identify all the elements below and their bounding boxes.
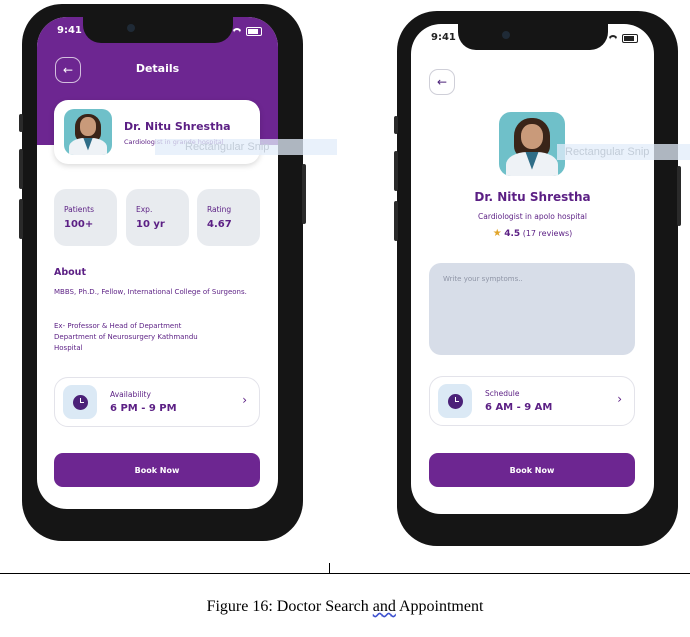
about-text: Ex- Professor & Head of Department Depar…: [54, 322, 198, 352]
stat-label: Patients: [64, 205, 95, 214]
clock-icon: [72, 394, 88, 410]
status-time: 9:41: [431, 32, 456, 43]
wifi-icon: [608, 35, 618, 43]
clock-icon-box: [63, 385, 97, 419]
schedule-label: Schedule: [485, 389, 520, 398]
caption-suffix: Appointment: [395, 598, 484, 615]
chevron-right-icon: ›: [242, 393, 247, 407]
back-button[interactable]: ←: [429, 69, 455, 95]
availability-label: Availability: [110, 390, 151, 399]
doctor-name: Dr. Nitu Shrestha: [474, 190, 591, 204]
appointment-screen: 9:41 ← Dr. Nitu Shrestha Cardiologist in…: [411, 24, 654, 514]
snip-label: Rectangular Snip: [185, 141, 270, 153]
side-button: [394, 116, 398, 134]
rating-row: ★ 4.5 (17 reviews): [411, 228, 654, 239]
schedule-card[interactable]: Schedule 6 AM - 9 AM ›: [429, 376, 635, 426]
clock-icon: [447, 393, 463, 409]
appointment-phone-frame: 9:41 ← Dr. Nitu Shrestha Cardiologist in…: [394, 11, 681, 546]
stat-label: Exp.: [136, 205, 153, 214]
clock-icon-box: [438, 384, 472, 418]
divider-tick: [329, 563, 330, 573]
side-button: [302, 164, 306, 224]
doctor-specialty: Cardiologist in apolo hospital: [478, 212, 587, 221]
symptoms-input[interactable]: [429, 263, 635, 355]
side-button: [677, 166, 681, 226]
notch: [457, 24, 608, 50]
caption-prefix: Figure 16: Doctor Search: [206, 598, 373, 615]
stat-card-rating: Rating 4.67: [197, 189, 260, 246]
doctor-name: Dr. Nitu Shrestha: [124, 120, 231, 133]
notch: [82, 17, 233, 43]
side-button: [394, 201, 398, 241]
doctor-avatar: [64, 109, 112, 155]
stat-card-patients: Patients 100+: [54, 189, 117, 246]
book-now-button[interactable]: Book Now: [429, 453, 635, 487]
wifi-icon: [232, 28, 242, 36]
chevron-right-icon: ›: [617, 392, 622, 406]
about-heading: About: [54, 267, 86, 278]
schedule-value: 6 AM - 9 AM: [485, 402, 553, 413]
stat-value: 4.67: [207, 219, 232, 230]
stat-value: 100+: [64, 219, 94, 230]
availability-value: 6 PM - 9 PM: [110, 403, 177, 414]
details-screen: 9:41 ← Details Dr. Nitu Shrestha Cardiol…: [37, 17, 278, 509]
page-title: Details: [135, 62, 180, 75]
battery-icon: [246, 27, 262, 36]
availability-card[interactable]: Availability 6 PM - 9 PM ›: [54, 377, 260, 427]
caption-underlined: and: [372, 598, 396, 615]
about-text: MBBS, Ph.D., Fellow, International Colle…: [54, 288, 247, 296]
book-now-button[interactable]: Book Now: [54, 453, 260, 487]
stat-card-experience: Exp. 10 yr: [126, 189, 189, 246]
side-button: [394, 151, 398, 191]
side-button: [19, 199, 23, 239]
back-arrow-icon: ←: [436, 75, 448, 89]
page-divider: [0, 573, 690, 574]
details-phone-frame: 9:41 ← Details Dr. Nitu Shrestha Cardiol…: [19, 4, 306, 541]
star-icon: ★: [492, 228, 502, 239]
battery-icon: [622, 34, 638, 43]
status-time: 9:41: [57, 25, 82, 36]
doctor-avatar: [499, 112, 565, 176]
stat-value: 10 yr: [136, 219, 165, 230]
figure-caption: Figure 16: Doctor Search and Appointment: [0, 598, 690, 616]
rating-reviews: (17 reviews): [522, 229, 573, 238]
side-button: [19, 149, 23, 189]
side-button: [19, 114, 23, 132]
snip-label: Rectangular Snip: [565, 146, 650, 158]
rating-value: 4.5: [504, 229, 521, 239]
rectangular-snip-overlay: Rectangular Snip: [557, 144, 690, 160]
rectangular-snip-overlay: Rectangular Snip: [155, 139, 337, 155]
stat-label: Rating: [207, 205, 232, 214]
